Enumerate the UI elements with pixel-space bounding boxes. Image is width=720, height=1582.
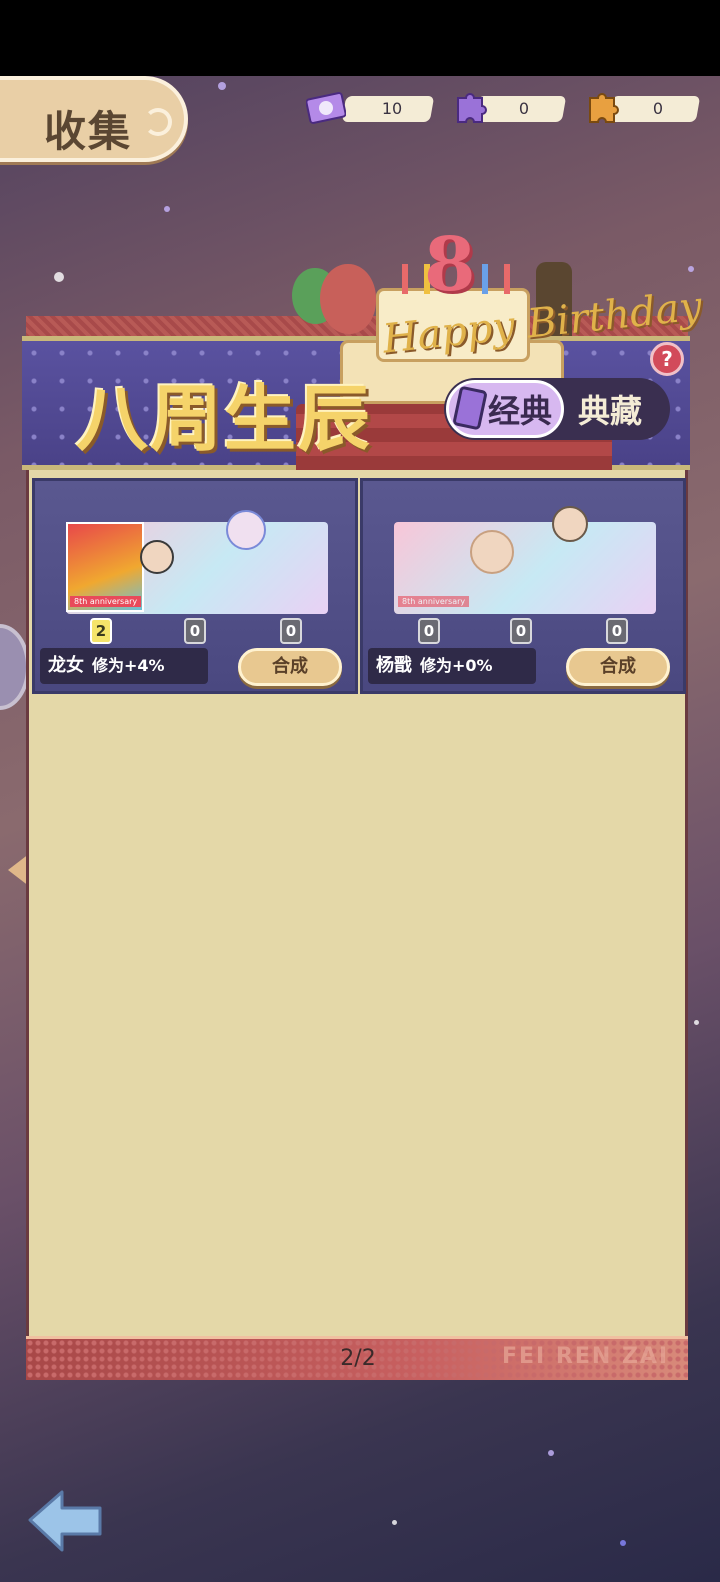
page-indicator: 2/2	[340, 1346, 376, 1371]
star-decoration	[688, 266, 694, 272]
star-decoration	[548, 1450, 554, 1456]
character-portrait	[552, 506, 588, 542]
cultivation-bonus: 修为+4%	[92, 656, 165, 675]
character-portrait	[140, 540, 174, 574]
collection-panel	[26, 316, 688, 1380]
status-bar	[0, 0, 720, 76]
fragment-count: 0	[418, 618, 440, 644]
candle-icon	[504, 264, 510, 294]
ticket-icon	[306, 92, 346, 124]
fragment-count: 0	[606, 618, 628, 644]
star-decoration	[54, 272, 64, 282]
balloon-icon	[320, 264, 376, 334]
card-info: 杨戬 修为+0%	[368, 648, 536, 684]
combine-button[interactable]: 合成	[566, 648, 670, 686]
candle-icon	[482, 264, 488, 294]
character-portrait	[470, 530, 514, 574]
page-title: 收集	[44, 107, 133, 156]
anniversary-tag: 8th anniversary	[70, 596, 142, 607]
collection-tab: 收集	[0, 76, 188, 162]
combine-button[interactable]: 合成	[238, 648, 342, 686]
banner-title: 八周生辰	[76, 377, 373, 461]
fragment-count: 2	[90, 618, 112, 644]
resource-value: 10	[381, 99, 403, 118]
anniversary-tag: 8th anniversary	[398, 596, 470, 607]
purple-puzzle-icon	[457, 93, 487, 123]
resource-value: 0	[518, 99, 530, 118]
star-decoration	[218, 82, 226, 90]
cultivation-bonus: 修为+0%	[420, 656, 493, 675]
tab-collector[interactable]: 典藏	[578, 386, 642, 432]
resource-value: 0	[652, 99, 664, 118]
character-name: 杨戬	[376, 655, 412, 676]
fragment-count: 0	[510, 618, 532, 644]
tab-classic-label: 经典	[488, 392, 553, 430]
number-eight-ornament: 8	[424, 222, 476, 308]
back-arrow-icon[interactable]	[26, 1486, 106, 1556]
star-decoration	[620, 1540, 626, 1546]
card-info: 龙女 修为+4%	[40, 648, 208, 684]
orange-puzzle-icon	[589, 93, 619, 123]
character-name: 龙女	[48, 655, 84, 676]
star-decoration	[694, 1020, 699, 1025]
help-button[interactable]: ?	[650, 342, 684, 376]
watermark: FEI REN ZAI	[502, 1344, 670, 1369]
star-decoration	[164, 206, 170, 212]
fragment-count: 0	[280, 618, 302, 644]
swirl-ornament-icon	[144, 108, 172, 136]
candle-icon	[402, 264, 408, 294]
star-decoration	[392, 1520, 397, 1525]
character-portrait	[226, 510, 266, 550]
fragment-count: 0	[184, 618, 206, 644]
